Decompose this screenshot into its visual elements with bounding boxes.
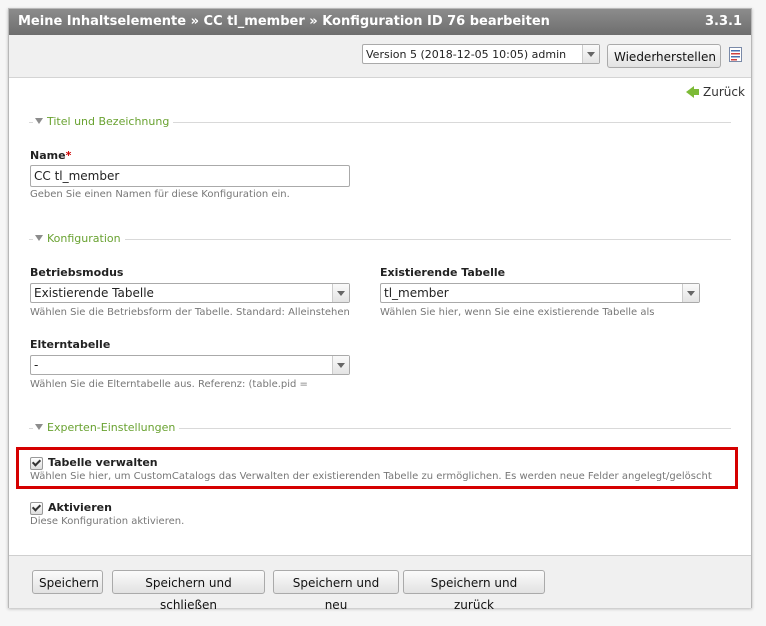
mode-select[interactable]: Existierende Tabelle (30, 283, 350, 303)
form-footer: Speichern Speichern und schließen Speich… (9, 555, 751, 612)
back-arrow-icon (686, 86, 694, 98)
breadcrumb: Meine Inhaltselemente » CC tl_member » K… (18, 14, 550, 29)
collapse-triangle-icon (35, 235, 43, 241)
section-expert-legend[interactable]: Experten-Einstellungen (29, 422, 731, 434)
required-marker: * (65, 149, 72, 162)
parent-select[interactable]: - (30, 355, 350, 375)
save-new-button[interactable]: Speichern und neu (273, 570, 399, 612)
activate-help: Diese Konfiguration aktivieren. (30, 516, 185, 527)
name-input[interactable]: CC tl_member (30, 165, 350, 187)
table-help: Wählen Sie hier, wenn Sie eine existiere… (380, 307, 655, 318)
version-bar: Version 5 (2018-12-05 10:05) admin Wiede… (9, 35, 751, 78)
parent-label: Elterntabelle (30, 338, 111, 351)
manage-table-help: Wählen Sie hier, um CustomCatalogs das V… (30, 471, 712, 482)
back-label: Zurück (703, 85, 745, 99)
parent-help: Wählen Sie die Elterntabelle aus. Refere… (30, 379, 308, 390)
title-bar: Meine Inhaltselemente » CC tl_member » K… (9, 9, 751, 35)
name-help: Geben Sie einen Namen für diese Konfigur… (30, 189, 290, 200)
save-close-button[interactable]: Speichern und schließen (112, 570, 265, 612)
section-config-legend[interactable]: Konfiguration (29, 233, 731, 245)
table-label: Existierende Tabelle (380, 266, 506, 279)
mode-help: Wählen Sie die Betriebsform der Tabelle.… (30, 307, 350, 318)
chevron-down-icon (682, 284, 699, 302)
section-config-label: Konfiguration (47, 232, 121, 245)
manage-table-checkbox[interactable] (30, 457, 43, 470)
edit-panel: Meine Inhaltselemente » CC tl_member » K… (8, 8, 752, 612)
collapse-triangle-icon (35, 424, 43, 430)
table-select-value: tl_member (384, 286, 449, 300)
table-select[interactable]: tl_member (380, 283, 700, 303)
version-select-value: Version 5 (2018-12-05 10:05) admin (366, 48, 567, 61)
manage-table-label[interactable]: Tabelle verwalten (48, 456, 158, 469)
parent-select-value: - (34, 358, 39, 372)
back-link[interactable]: Zurück (686, 85, 745, 99)
version-select[interactable]: Version 5 (2018-12-05 10:05) admin (362, 44, 600, 64)
activate-label[interactable]: Aktivieren (48, 501, 112, 514)
version-number: 3.3.1 (704, 14, 742, 29)
collapse-triangle-icon (35, 118, 43, 124)
save-button[interactable]: Speichern (32, 570, 103, 594)
chevron-down-icon (332, 356, 349, 374)
diff-icon[interactable] (729, 47, 744, 63)
mode-label: Betriebsmodus (30, 266, 124, 279)
save-back-button[interactable]: Speichern und zurück (403, 570, 545, 612)
section-title-legend[interactable]: Titel und Bezeichnung (29, 116, 731, 128)
activate-checkbox[interactable] (30, 502, 43, 515)
restore-button[interactable]: Wiederherstellen (607, 44, 721, 68)
mode-select-value: Existierende Tabelle (34, 286, 154, 300)
chevron-down-icon (332, 284, 349, 302)
name-label: Name* (30, 149, 72, 162)
section-expert-label: Experten-Einstellungen (47, 421, 176, 434)
section-title-label: Titel und Bezeichnung (47, 115, 170, 128)
chevron-down-icon (582, 45, 599, 63)
